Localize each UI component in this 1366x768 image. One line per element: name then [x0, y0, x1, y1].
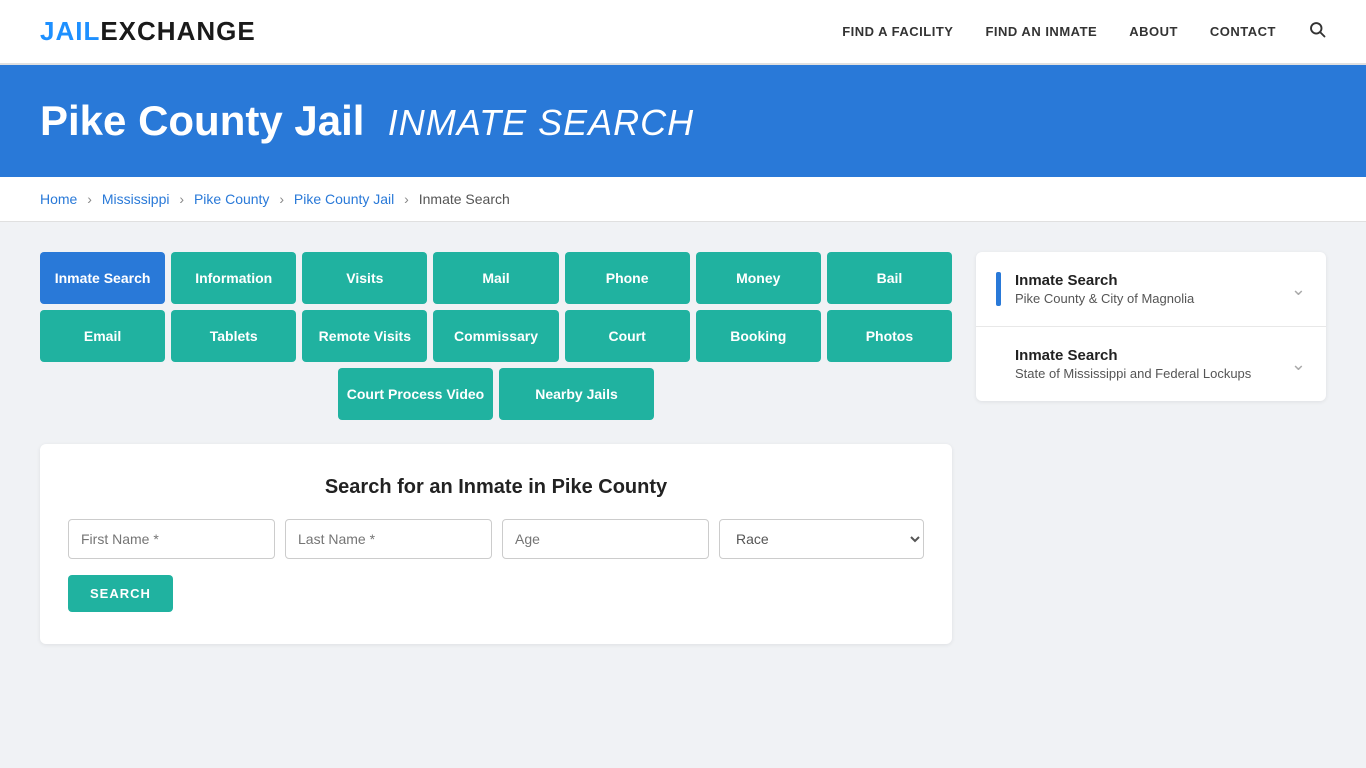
- logo-part2: EXCHANGE: [100, 16, 255, 46]
- sidebar-item-pike-county[interactable]: Inmate Search Pike County & City of Magn…: [976, 252, 1326, 327]
- btn-email[interactable]: Email: [40, 310, 165, 362]
- age-input[interactable]: [502, 519, 709, 559]
- btn-money[interactable]: Money: [696, 252, 821, 304]
- btn-court[interactable]: Court: [565, 310, 690, 362]
- race-select[interactable]: Race White Black Hispanic Asian Other: [719, 519, 924, 559]
- search-title: Search for an Inmate in Pike County: [68, 476, 924, 499]
- breadcrumb-current: Inmate Search: [419, 191, 510, 207]
- search-card: Search for an Inmate in Pike County Race…: [40, 444, 952, 644]
- left-column: Inmate Search Information Visits Mail Ph…: [40, 252, 952, 644]
- first-name-input[interactable]: [68, 519, 275, 559]
- right-sidebar: Inmate Search Pike County & City of Magn…: [976, 252, 1326, 644]
- chevron-icon-2: ⌄: [1291, 354, 1306, 375]
- nav-buttons-row2: Email Tablets Remote Visits Commissary C…: [40, 310, 952, 362]
- btn-information[interactable]: Information: [171, 252, 296, 304]
- sidebar-accent-1: [996, 272, 1001, 306]
- hero-banner: Pike County Jail INMATE SEARCH: [0, 65, 1366, 177]
- page-title: Pike County Jail INMATE SEARCH: [40, 97, 1326, 145]
- breadcrumb-pike-county[interactable]: Pike County: [194, 191, 269, 207]
- logo-part1: JAIL: [40, 16, 100, 46]
- sidebar-spacer-2: [996, 347, 1001, 381]
- btn-court-process-video[interactable]: Court Process Video: [338, 368, 493, 420]
- sidebar-item-mississippi[interactable]: Inmate Search State of Mississippi and F…: [976, 327, 1326, 401]
- sidebar-item-text-2: Inmate Search State of Mississippi and F…: [1015, 347, 1251, 381]
- btn-nearby-jails[interactable]: Nearby Jails: [499, 368, 654, 420]
- btn-tablets[interactable]: Tablets: [171, 310, 296, 362]
- breadcrumb-sep-1: ›: [87, 191, 92, 207]
- btn-booking[interactable]: Booking: [696, 310, 821, 362]
- header-search-button[interactable]: [1308, 20, 1326, 43]
- sidebar-item-subtitle-2: State of Mississippi and Federal Lockups: [1015, 366, 1251, 381]
- chevron-icon-1: ⌄: [1291, 279, 1306, 300]
- header: JAILEXCHANGE FIND A FACILITY FIND AN INM…: [0, 0, 1366, 65]
- last-name-input[interactable]: [285, 519, 492, 559]
- breadcrumb-mississippi[interactable]: Mississippi: [102, 191, 170, 207]
- breadcrumb-home[interactable]: Home: [40, 191, 77, 207]
- breadcrumb-sep-2: ›: [179, 191, 184, 207]
- nav-find-inmate[interactable]: FIND AN INMATE: [985, 24, 1097, 39]
- main-nav: FIND A FACILITY FIND AN INMATE ABOUT CON…: [842, 20, 1326, 43]
- sidebar-card: Inmate Search Pike County & City of Magn…: [976, 252, 1326, 401]
- search-form-row: Race White Black Hispanic Asian Other: [68, 519, 924, 559]
- sidebar-item-title-1: Inmate Search: [1015, 272, 1194, 289]
- btn-bail[interactable]: Bail: [827, 252, 952, 304]
- breadcrumb: Home › Mississippi › Pike County › Pike …: [0, 177, 1366, 222]
- nav-about[interactable]: ABOUT: [1129, 24, 1178, 39]
- nav-buttons-row3: Court Process Video Nearby Jails: [40, 368, 952, 420]
- sidebar-item-title-2: Inmate Search: [1015, 347, 1251, 364]
- btn-remote-visits[interactable]: Remote Visits: [302, 310, 427, 362]
- nav-buttons-row1: Inmate Search Information Visits Mail Ph…: [40, 252, 952, 304]
- site-logo[interactable]: JAILEXCHANGE: [40, 16, 256, 47]
- btn-photos[interactable]: Photos: [827, 310, 952, 362]
- sidebar-item-text-1: Inmate Search Pike County & City of Magn…: [1015, 272, 1194, 306]
- breadcrumb-pike-county-jail[interactable]: Pike County Jail: [294, 191, 394, 207]
- btn-inmate-search[interactable]: Inmate Search: [40, 252, 165, 304]
- search-button[interactable]: SEARCH: [68, 575, 173, 612]
- nav-contact[interactable]: CONTACT: [1210, 24, 1276, 39]
- nav-find-facility[interactable]: FIND A FACILITY: [842, 24, 953, 39]
- breadcrumb-sep-3: ›: [279, 191, 284, 207]
- btn-mail[interactable]: Mail: [433, 252, 558, 304]
- main-content: Inmate Search Information Visits Mail Ph…: [0, 222, 1366, 674]
- sidebar-item-subtitle-1: Pike County & City of Magnolia: [1015, 291, 1194, 306]
- btn-phone[interactable]: Phone: [565, 252, 690, 304]
- btn-visits[interactable]: Visits: [302, 252, 427, 304]
- breadcrumb-sep-4: ›: [404, 191, 409, 207]
- btn-commissary[interactable]: Commissary: [433, 310, 558, 362]
